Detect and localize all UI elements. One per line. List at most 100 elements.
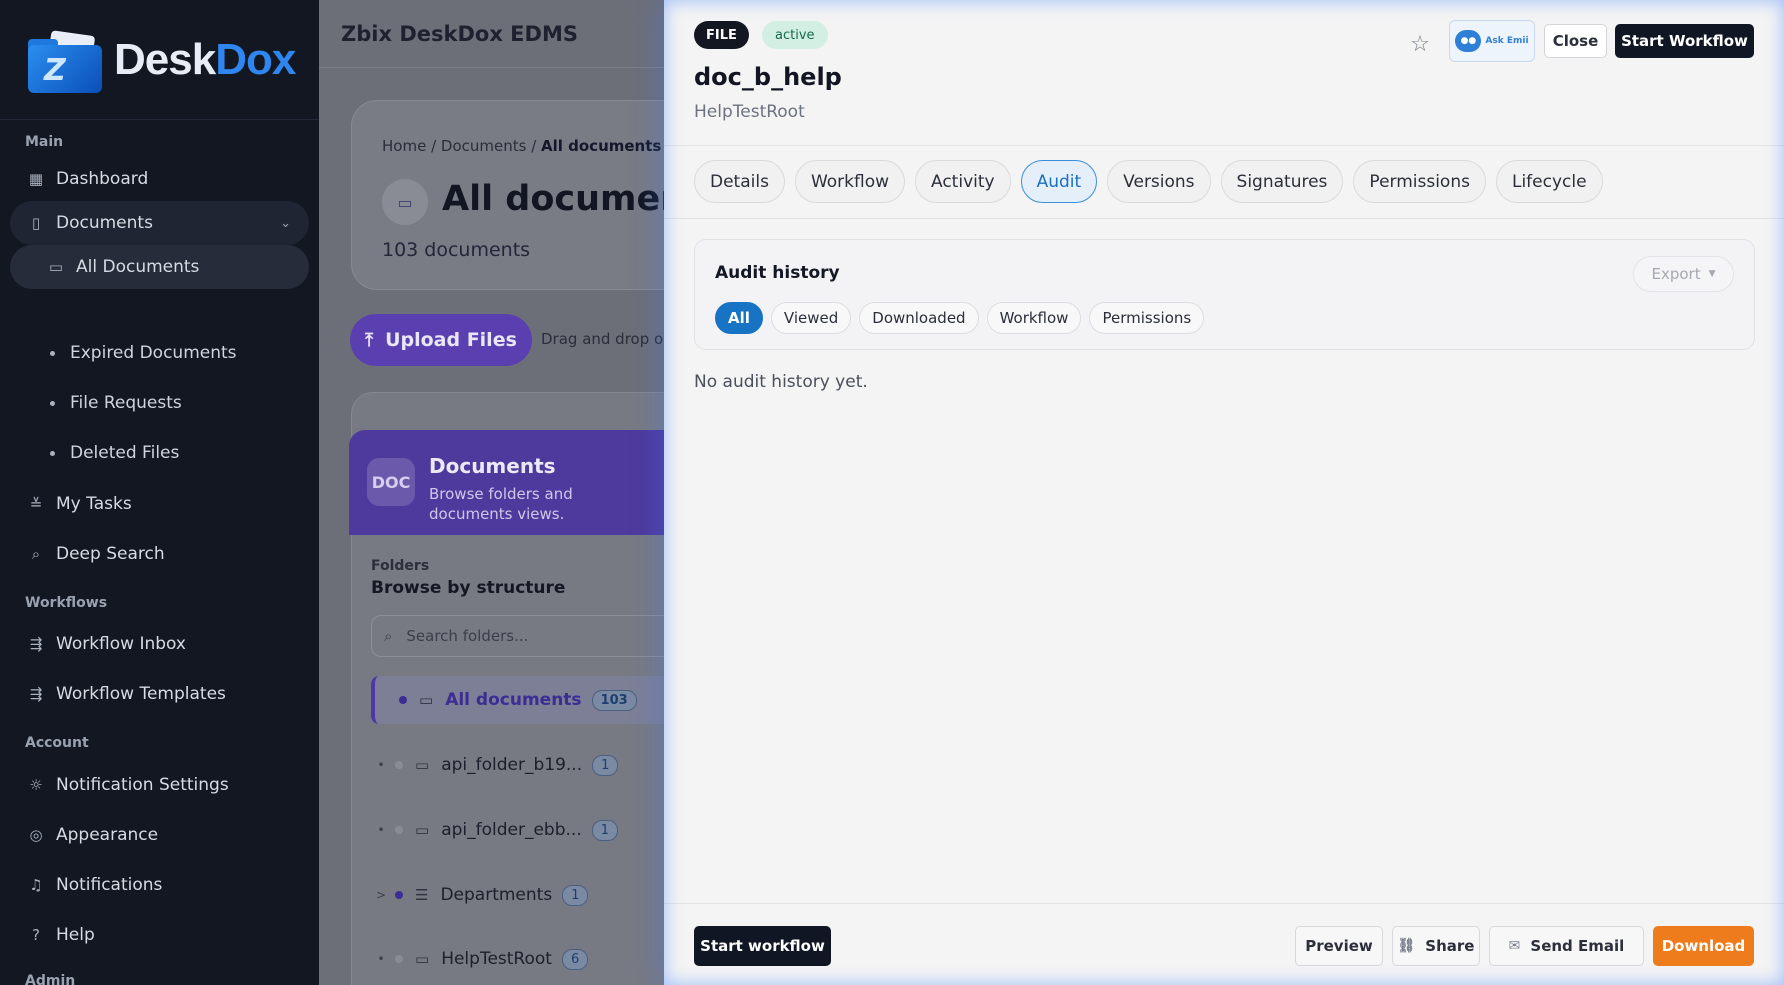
ask-emii-label: Ask Emii [1485, 36, 1529, 46]
drag-drop-hint: Drag and drop or [541, 330, 664, 348]
status-dot [395, 955, 403, 963]
folder-name: api_folder_b19... [441, 755, 583, 775]
brand[interactable]: Z DeskDox [0, 0, 319, 120]
folder-row[interactable]: ▭ All documents 103 [371, 676, 664, 724]
share-button[interactable]: ⛓ Share [1392, 926, 1480, 966]
ask-emii-button[interactable]: ●● Ask Emii [1449, 20, 1535, 62]
folder-count-badge: 1 [592, 754, 619, 776]
caret-down-icon: ▼ [1708, 269, 1716, 279]
folder-count-badge: 103 [591, 689, 637, 711]
doc-badge: DOC [367, 458, 415, 506]
folders-title: Browse by structure [371, 578, 566, 598]
drawer-header: FILE active doc_b_help HelpTestRoot ☆ ●●… [664, 0, 1784, 146]
sidebar: Z DeskDox Main ▦ Dashboard ▯ Documents ⌄… [0, 0, 319, 985]
sidebar-item-label: Deep Search [56, 544, 165, 564]
tab-workflow[interactable]: Workflow [794, 160, 905, 203]
folder-row[interactable]: • ▭ HelpTestRoot 6 [371, 935, 664, 983]
document-folder: HelpTestRoot [694, 102, 805, 122]
sidebar-item-expired-documents[interactable]: Expired Documents [50, 343, 237, 363]
nav-section-workflows: Workflows [25, 595, 108, 611]
breadcrumb-current: All documents [541, 137, 662, 155]
sidebar-item-label: Workflow Inbox [56, 634, 186, 654]
download-button[interactable]: Download [1653, 926, 1754, 966]
sidebar-item-notification-settings[interactable]: ☼ Notification Settings [10, 763, 309, 807]
drawer-tabs: Details Workflow Activity Audit Versions… [694, 160, 1603, 204]
page-title: All documents [442, 179, 664, 219]
sidebar-item-label: All Documents [76, 257, 200, 277]
folder-count-badge: 6 [561, 948, 589, 970]
filter-downloaded[interactable]: Downloaded [859, 302, 979, 334]
breadcrumb-home[interactable]: Home [382, 137, 426, 155]
status-dot [395, 761, 403, 769]
sidebar-item-notifications[interactable]: ♫ Notifications [10, 863, 309, 907]
start-workflow-footer-button[interactable]: Start workflow [694, 926, 831, 966]
tab-activity[interactable]: Activity [915, 160, 1011, 203]
panel-subtitle: Browse folders and documents views. [429, 485, 573, 523]
folder-row[interactable]: • ▭ api_folder_ebb... 1 [371, 806, 664, 854]
favorite-star-icon[interactable]: ☆ [1404, 28, 1436, 60]
bullet-icon [50, 350, 55, 356]
folder-icon: ▭ [382, 179, 428, 225]
send-email-button[interactable]: ✉ Send Email [1489, 926, 1644, 966]
preview-button[interactable]: Preview [1295, 926, 1383, 966]
chevron-down-icon: ⌄ [280, 215, 291, 231]
tasks-icon: ≚ [29, 495, 43, 513]
tab-lifecycle[interactable]: Lifecycle [1495, 160, 1603, 203]
sidebar-item-label: Notifications [56, 875, 163, 895]
filter-workflow[interactable]: Workflow [986, 302, 1082, 334]
chat-bubble-icon: ●● [1455, 30, 1482, 52]
sidebar-item-deleted-files[interactable]: Deleted Files [50, 443, 179, 463]
sidebar-item-deep-search[interactable]: ⌕ Deep Search [10, 532, 309, 576]
folder-name: api_folder_ebb... [441, 820, 582, 840]
breadcrumb-documents[interactable]: Documents [441, 137, 527, 155]
sidebar-item-label: File Requests [70, 393, 182, 413]
workflow-icon: ⇶ [29, 685, 43, 703]
sidebar-item-help[interactable]: ? Help [10, 913, 309, 957]
email-icon: ✉ [1508, 938, 1521, 954]
sidebar-item-label: My Tasks [56, 494, 132, 514]
tab-audit[interactable]: Audit [1020, 160, 1098, 203]
folder-icon: ▭ [419, 691, 434, 709]
sidebar-item-appearance[interactable]: ◎ Appearance [10, 813, 309, 857]
document-title: doc_b_help [694, 63, 842, 91]
export-button[interactable]: Export ▼ [1633, 256, 1734, 292]
documents-page: Zbix DeskDox EDMS Home / Documents / All… [319, 0, 664, 985]
drawer-footer: Start workflow Preview ⛓ Share ✉ Send Em… [664, 903, 1784, 985]
audit-history-card: Audit history Export ▼ All Viewed Downlo… [694, 239, 1755, 350]
sidebar-item-my-tasks[interactable]: ≚ My Tasks [10, 482, 309, 526]
close-button[interactable]: Close [1544, 24, 1607, 58]
filter-viewed[interactable]: Viewed [770, 302, 852, 334]
share-label: Share [1425, 937, 1475, 955]
upload-files-button[interactable]: ⤒ Upload Files [350, 314, 532, 366]
sidebar-item-dashboard[interactable]: ▦ Dashboard [10, 157, 309, 201]
sidebar-item-all-documents[interactable]: ▭ All Documents [10, 245, 309, 289]
folder-row[interactable]: > ☰ Departments 1 [371, 871, 664, 919]
start-workflow-button[interactable]: Start Workflow [1615, 24, 1754, 58]
search-icon: ⌕ [31, 545, 41, 563]
nav-section-account: Account [25, 735, 89, 751]
sidebar-item-workflow-inbox[interactable]: ⇶ Workflow Inbox [10, 622, 309, 666]
divider [664, 218, 1784, 219]
sidebar-item-documents[interactable]: ▯ Documents ⌄ [10, 201, 309, 245]
sidebar-item-workflow-templates[interactable]: ⇶ Workflow Templates [10, 672, 309, 716]
sidebar-item-label: Workflow Templates [56, 684, 226, 704]
status-dot [395, 826, 403, 834]
upload-label: Upload Files [385, 329, 517, 351]
tree-bullet: • [377, 823, 385, 837]
sidebar-item-file-requests[interactable]: File Requests [50, 393, 182, 413]
expand-chevron-icon[interactable]: > [371, 888, 391, 902]
bullet-icon [50, 450, 55, 456]
filter-permissions[interactable]: Permissions [1089, 302, 1205, 334]
tab-permissions[interactable]: Permissions [1353, 160, 1486, 203]
folder-row[interactable]: • ▭ api_folder_b19... 1 [371, 741, 664, 789]
page-header-card: Home / Documents / All documents ▭ All d… [351, 100, 664, 290]
workflow-icon: ⇶ [29, 635, 43, 653]
folder-name: All documents [445, 690, 582, 710]
tab-details[interactable]: Details [694, 160, 785, 203]
tab-versions[interactable]: Versions [1107, 160, 1211, 203]
folder-icon: ▭ [415, 950, 430, 968]
tab-signatures[interactable]: Signatures [1220, 160, 1344, 203]
folder-search-input[interactable]: ⌕ Search folders... [371, 615, 664, 657]
filter-all[interactable]: All [715, 302, 763, 334]
audit-title: Audit history [715, 263, 840, 283]
